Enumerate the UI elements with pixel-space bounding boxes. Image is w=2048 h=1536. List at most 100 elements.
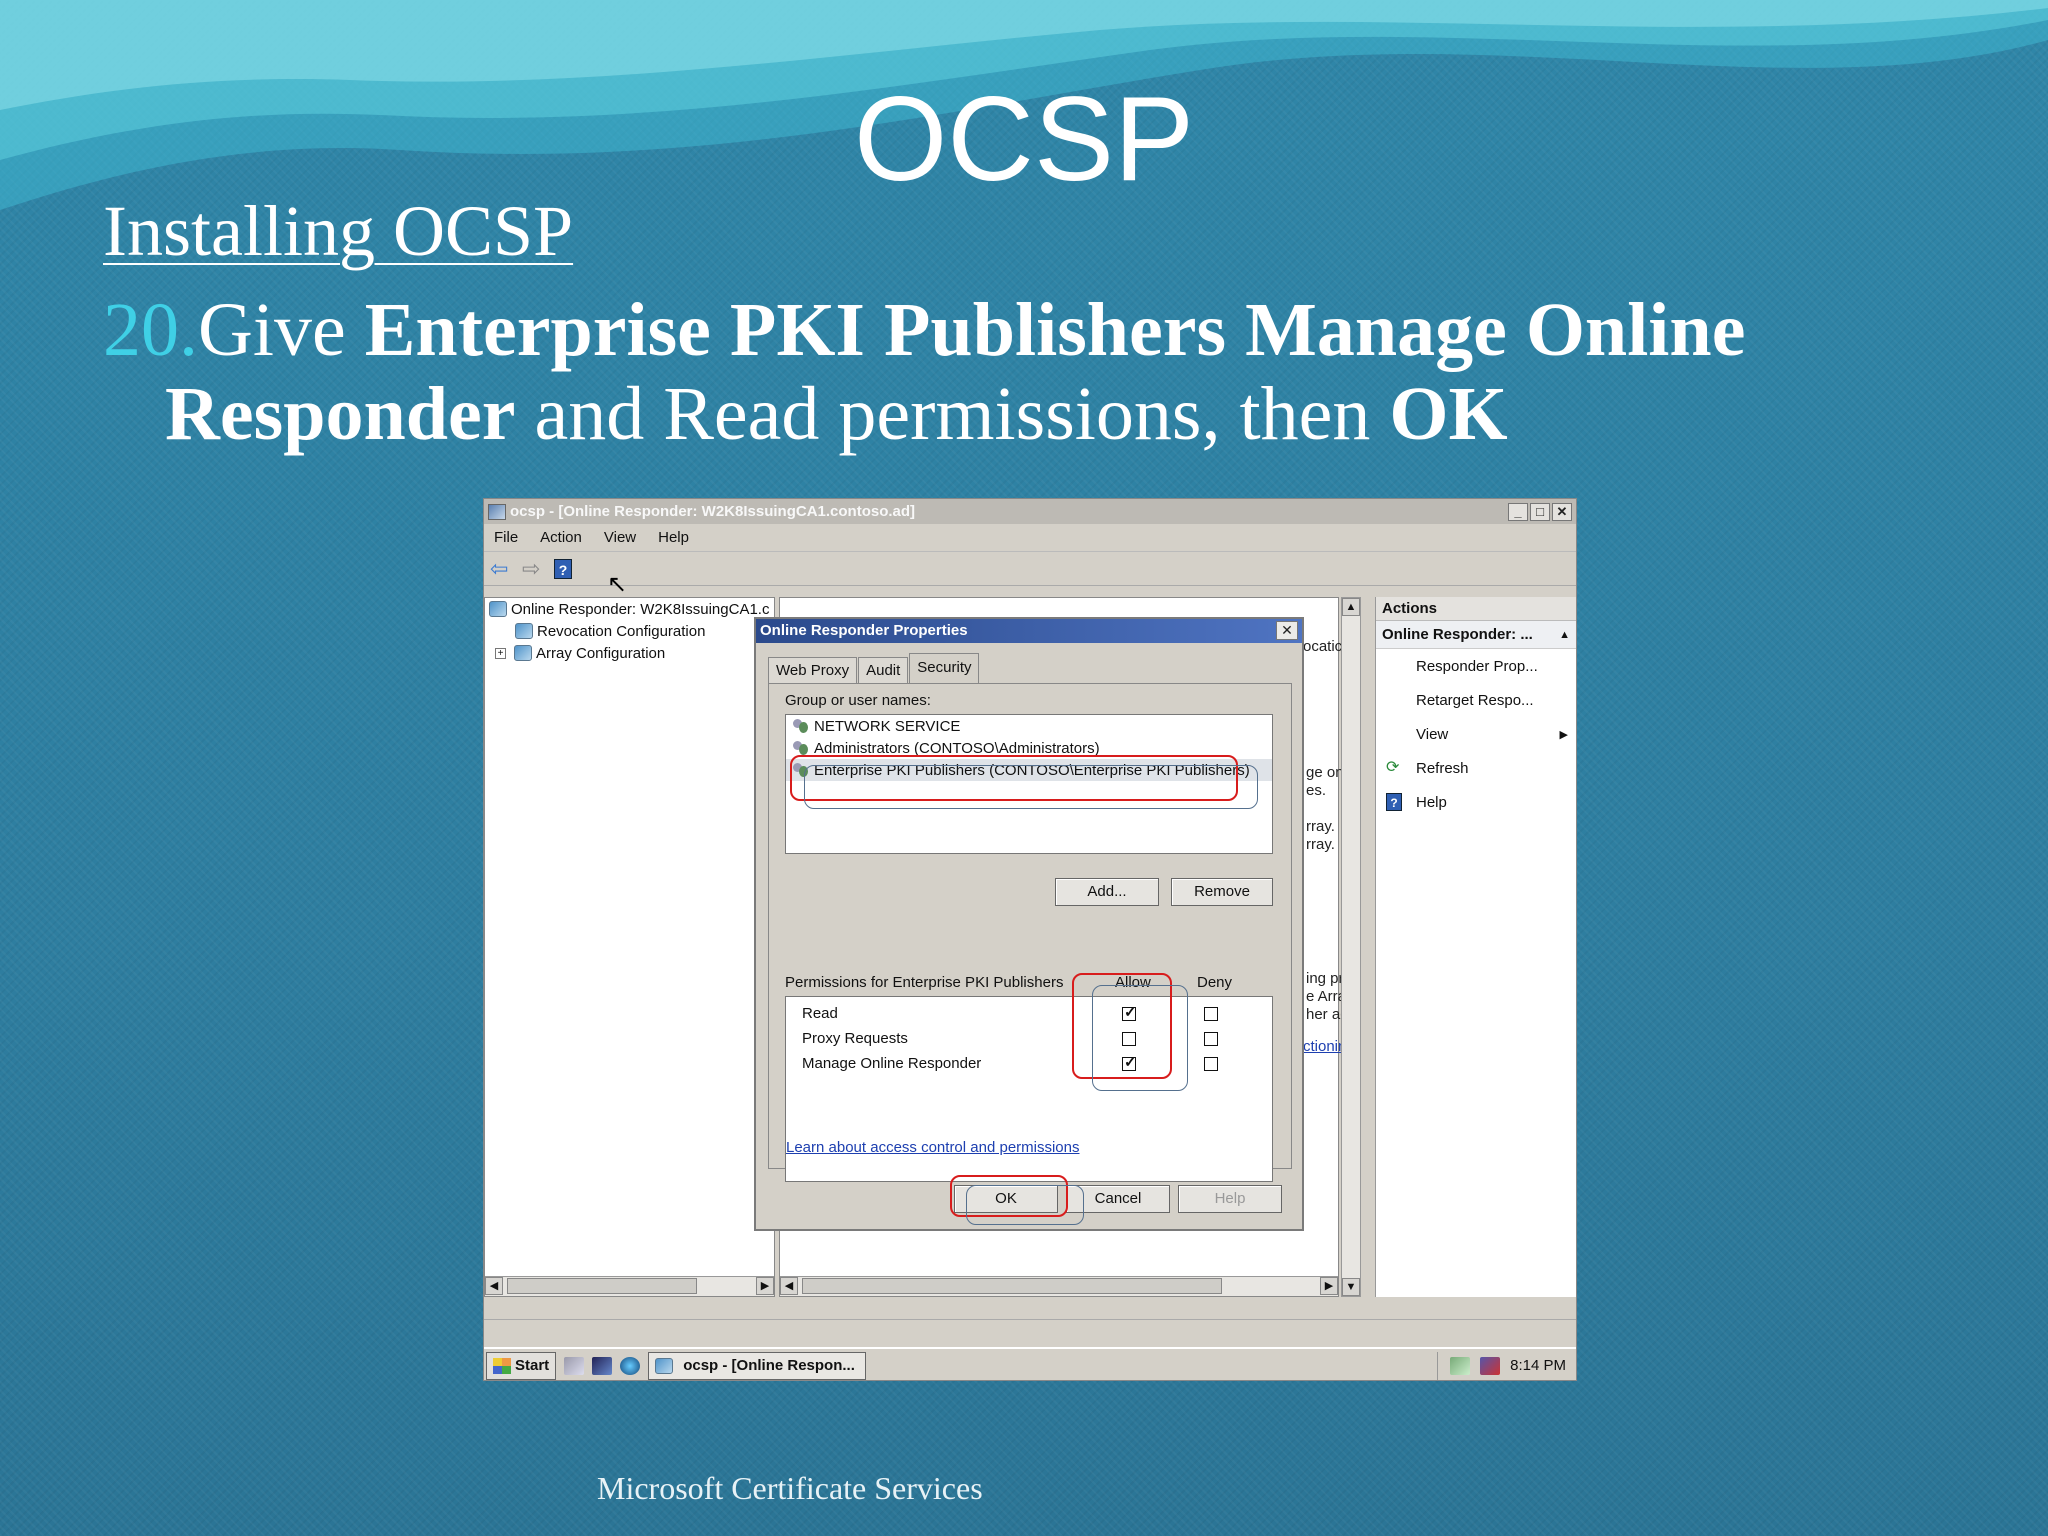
- toolbar: ⇦ ⇨ ?: [484, 552, 1576, 586]
- highlight-enterprise-pki-publishers-shadow: [804, 765, 1258, 809]
- action-retarget-responder[interactable]: Retarget Respo...: [1376, 683, 1576, 717]
- properties-dialog: Online Responder Properties ✕ Web Proxy …: [754, 617, 1304, 1231]
- perm-proxy-requests-label: Proxy Requests: [802, 1030, 908, 1047]
- menu-help[interactable]: Help: [658, 529, 689, 546]
- details-fragment: rray.: [1306, 818, 1335, 835]
- details-hscrollbar[interactable]: ◀ ▶: [780, 1276, 1338, 1296]
- tray-network-icon[interactable]: [1450, 1356, 1471, 1375]
- slide-footer: Microsoft Certificate Services: [597, 1470, 983, 1506]
- windows-logo-icon: [493, 1357, 511, 1374]
- refresh-icon: ⟳: [1386, 759, 1400, 776]
- powershell-icon[interactable]: [592, 1356, 613, 1375]
- perm-read-label: Read: [802, 1005, 838, 1022]
- mouse-pointer-icon: ↖: [607, 571, 628, 598]
- tree-revocation-configuration[interactable]: Revocation Configuration: [485, 620, 774, 642]
- scroll-right-icon[interactable]: ▶: [1320, 1277, 1338, 1295]
- perm-manage-online-responder-label: Manage Online Responder: [802, 1055, 982, 1072]
- details-fragment: rray.: [1306, 836, 1335, 853]
- internet-explorer-icon[interactable]: [620, 1356, 641, 1375]
- tray-alert-icon[interactable]: [1480, 1356, 1501, 1375]
- scroll-thumb[interactable]: [507, 1278, 697, 1294]
- step-bold-3: OK: [1389, 372, 1508, 456]
- taskbar: Start ocsp - [Online Respon... 8:14 PM: [484, 1347, 1576, 1380]
- submenu-arrow-icon: ▶: [1559, 728, 1568, 741]
- tab-audit[interactable]: Audit: [858, 657, 909, 683]
- step-instruction: 20.Give Enterprise PKI Publishers Manage…: [103, 288, 2003, 456]
- step-bold-2: Responder: [165, 372, 516, 456]
- close-button[interactable]: ✕: [1552, 502, 1572, 521]
- tab-security[interactable]: Security: [909, 653, 980, 683]
- menu-action[interactable]: Action: [540, 529, 582, 546]
- highlight-ok-button-shadow: [966, 1185, 1084, 1225]
- array-config-icon: [514, 645, 532, 661]
- menu-view[interactable]: View: [604, 529, 636, 546]
- collapse-icon[interactable]: ▲: [1559, 621, 1570, 648]
- scroll-down-icon[interactable]: ▼: [1342, 1278, 1360, 1296]
- scroll-up-icon[interactable]: ▲: [1342, 598, 1360, 616]
- maximize-button[interactable]: □: [1530, 502, 1550, 521]
- forward-arrow-icon[interactable]: ⇨: [522, 557, 546, 579]
- permissions-label: Permissions for Enterprise PKI Publisher…: [785, 974, 1064, 991]
- taskbar-ocsp-item[interactable]: ocsp - [Online Respon...: [648, 1351, 867, 1380]
- tree-array-configuration[interactable]: + Array Configuration: [485, 642, 774, 664]
- scroll-left-icon[interactable]: ◀: [780, 1277, 798, 1295]
- details-fragment: es.: [1306, 782, 1327, 799]
- details-link[interactable]: ctionin: [1303, 1038, 1346, 1055]
- slide-subtitle: Installing OCSP: [103, 191, 574, 271]
- scroll-right-icon[interactable]: ▶: [756, 1277, 774, 1295]
- server-manager-icon[interactable]: [564, 1356, 585, 1375]
- action-refresh[interactable]: ⟳ Refresh: [1376, 751, 1576, 785]
- menu-bar: File Action View Help: [484, 524, 1576, 552]
- system-tray: 8:14 PM: [1437, 1351, 1576, 1380]
- actions-pane: Actions Online Responder: ... ▲ Responde…: [1375, 597, 1576, 1297]
- expand-icon[interactable]: +: [495, 647, 506, 659]
- details-fragment: ocatic: [1303, 638, 1343, 655]
- mmc-app-icon: [655, 1357, 674, 1374]
- actions-header: Actions: [1376, 597, 1576, 621]
- mmc-app-icon: [488, 503, 506, 520]
- remove-button[interactable]: Remove: [1171, 878, 1273, 906]
- help-button[interactable]: Help: [1178, 1185, 1282, 1213]
- slide-title: OCSP: [853, 72, 1195, 206]
- users-icon: [792, 718, 810, 734]
- actions-section[interactable]: Online Responder: ... ▲: [1376, 621, 1576, 649]
- step-text-1: Give: [198, 288, 365, 372]
- menu-file[interactable]: File: [494, 529, 518, 546]
- users-icon: [792, 740, 810, 756]
- dialog-tabs: Web Proxy Audit Security: [768, 653, 980, 683]
- help-icon: ?: [1386, 793, 1402, 811]
- group-label: Group or user names:: [785, 692, 931, 709]
- highlight-allow-checkboxes-shadow: [1092, 985, 1188, 1091]
- action-responder-properties[interactable]: Responder Prop...: [1376, 649, 1576, 683]
- clock[interactable]: 8:14 PM: [1510, 1357, 1566, 1374]
- window-titlebar[interactable]: ocsp - [Online Responder: W2K8IssuingCA1…: [484, 499, 1576, 524]
- step-text-2: and Read permissions, then: [515, 372, 1390, 456]
- user-item-network-service[interactable]: NETWORK SERVICE: [786, 715, 1272, 737]
- add-button[interactable]: Add...: [1055, 878, 1159, 906]
- minimize-button[interactable]: _: [1508, 502, 1528, 521]
- mmc-window: ocsp - [Online Responder: W2K8IssuingCA1…: [483, 498, 1577, 1381]
- scroll-thumb[interactable]: [802, 1278, 1222, 1294]
- details-vscrollbar[interactable]: ▲ ▼: [1341, 597, 1361, 1297]
- step-bold-1: Enterprise PKI Publishers Manage Online: [364, 288, 1746, 372]
- manage-online-responder-deny-checkbox[interactable]: [1204, 1057, 1218, 1071]
- tree-root[interactable]: Online Responder: W2K8IssuingCA1.c: [485, 598, 774, 620]
- help-icon[interactable]: ?: [554, 558, 572, 579]
- read-deny-checkbox[interactable]: [1204, 1007, 1218, 1021]
- scroll-left-icon[interactable]: ◀: [485, 1277, 503, 1295]
- dialog-close-button[interactable]: ✕: [1276, 621, 1298, 640]
- dialog-titlebar[interactable]: Online Responder Properties ✕: [756, 619, 1302, 643]
- step-number: 20.: [103, 288, 198, 372]
- online-responder-icon: [489, 601, 507, 617]
- proxy-requests-deny-checkbox[interactable]: [1204, 1032, 1218, 1046]
- start-button[interactable]: Start: [486, 1351, 557, 1380]
- details-fragment: ing pr: [1306, 970, 1344, 987]
- console-tree: Online Responder: W2K8IssuingCA1.c Revoc…: [484, 597, 775, 1297]
- access-control-help-link[interactable]: Learn about access control and permissio…: [786, 1139, 1080, 1156]
- action-help[interactable]: ? Help: [1376, 785, 1576, 819]
- action-view[interactable]: View ▶: [1376, 717, 1576, 751]
- dialog-title: Online Responder Properties: [760, 622, 968, 639]
- tab-web-proxy[interactable]: Web Proxy: [768, 657, 858, 683]
- back-arrow-icon[interactable]: ⇦: [490, 557, 514, 579]
- tree-hscrollbar[interactable]: ◀ ▶: [485, 1276, 774, 1296]
